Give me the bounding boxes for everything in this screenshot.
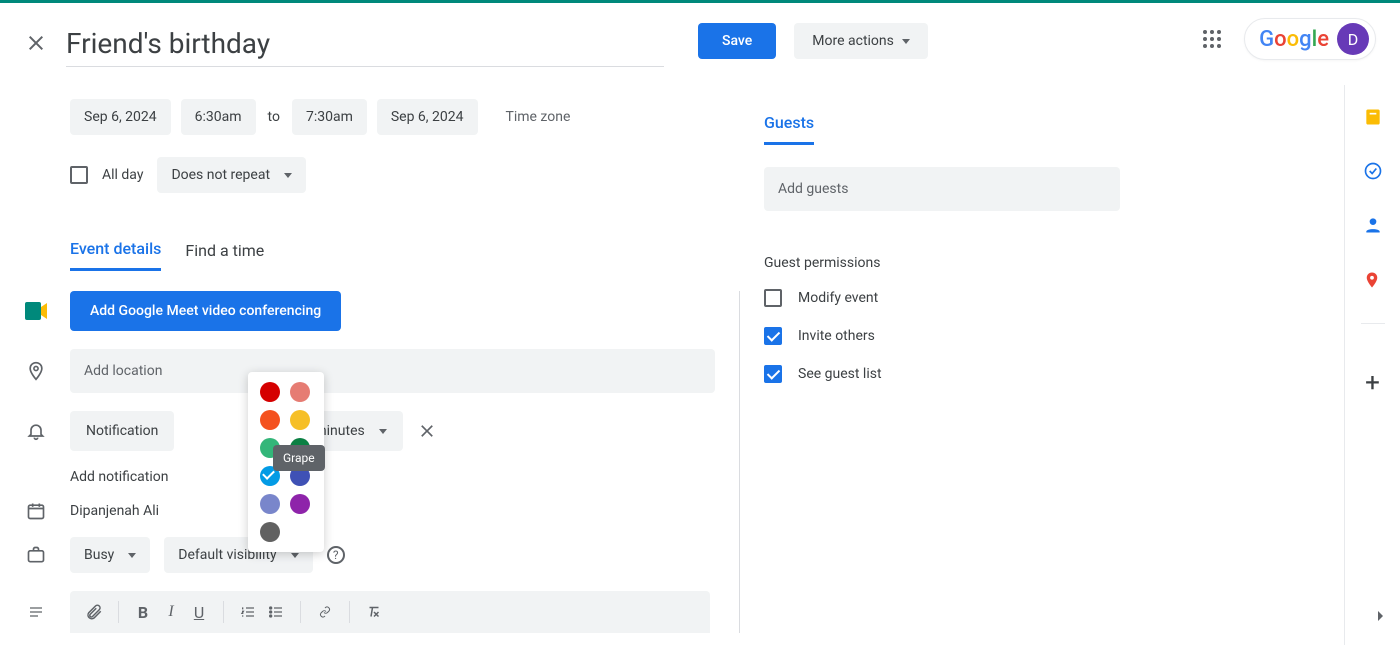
bulleted-list-icon[interactable] [266, 602, 286, 622]
description-toolbar: B I U [70, 591, 710, 633]
close-icon[interactable] [24, 31, 48, 55]
underline-icon[interactable]: U [189, 602, 209, 622]
timezone-link[interactable]: Time zone [506, 109, 571, 125]
color-swatch-grape[interactable] [290, 494, 310, 514]
see-guest-list-checkbox[interactable] [764, 365, 782, 383]
numbered-list-icon[interactable] [238, 602, 258, 622]
google-logo: Google [1259, 27, 1329, 52]
location-icon [24, 359, 48, 383]
color-swatch-lavender[interactable] [260, 494, 280, 514]
toolbar-separator [349, 601, 350, 623]
add-guests-input[interactable] [764, 167, 1120, 211]
end-time-chip[interactable]: 7:30am [292, 99, 367, 135]
add-meet-button[interactable]: Add Google Meet video conferencing [70, 291, 341, 331]
color-swatch-banana[interactable] [290, 410, 310, 430]
caret-down-icon [902, 39, 910, 44]
start-date-chip[interactable]: Sep 6, 2024 [70, 99, 171, 135]
event-title-input[interactable] [66, 21, 664, 66]
remove-notification-icon[interactable] [417, 421, 437, 441]
toolbar-separator [223, 601, 224, 623]
save-button[interactable]: Save [698, 23, 776, 59]
color-swatch-flamingo[interactable] [290, 382, 310, 402]
caret-down-icon [291, 553, 299, 558]
notification-type-select[interactable]: Notification [70, 411, 174, 451]
bold-icon[interactable]: B [133, 602, 153, 622]
color-tooltip: Grape [273, 445, 325, 471]
start-time-chip[interactable]: 6:30am [181, 99, 256, 135]
toolbar-separator [300, 601, 301, 623]
caret-down-icon [284, 173, 292, 178]
tab-find-a-time[interactable]: Find a time [185, 241, 264, 270]
link-icon[interactable] [315, 602, 335, 622]
organizer-label: Dipanjenah Ali [70, 503, 159, 519]
guest-permissions-title: Guest permissions [764, 255, 1120, 271]
caret-down-icon [379, 429, 387, 434]
toolbar-separator [118, 601, 119, 623]
end-date-chip[interactable]: Sep 6, 2024 [377, 99, 478, 135]
apps-grid-icon[interactable] [1200, 27, 1224, 51]
briefcase-icon [24, 543, 48, 567]
description-icon [24, 600, 48, 624]
modify-event-checkbox[interactable] [764, 289, 782, 307]
color-swatch-tangerine[interactable] [260, 410, 280, 430]
location-input[interactable] [70, 349, 715, 393]
see-guest-list-label: See guest list [798, 366, 882, 382]
side-panel: + [1344, 85, 1400, 645]
keep-icon[interactable] [1363, 107, 1383, 127]
add-notification-link[interactable]: Add notification [70, 469, 169, 485]
tab-event-details[interactable]: Event details [70, 239, 161, 271]
clear-formatting-icon[interactable] [364, 602, 384, 622]
availability-label: Busy [84, 547, 114, 563]
repeat-label: Does not repeat [171, 167, 270, 183]
help-icon[interactable]: ? [327, 546, 345, 564]
avatar[interactable]: D [1337, 23, 1369, 55]
color-swatch-graphite[interactable] [260, 522, 280, 542]
invite-others-checkbox[interactable] [764, 327, 782, 345]
to-label: to [266, 109, 282, 125]
calendar-icon [24, 499, 48, 523]
modify-event-label: Modify event [798, 290, 878, 306]
bell-icon [24, 419, 48, 443]
caret-down-icon [128, 553, 136, 558]
tab-guests[interactable]: Guests [764, 113, 814, 145]
all-day-label: All day [102, 167, 143, 183]
account-badge[interactable]: Google D [1244, 18, 1376, 60]
italic-icon[interactable]: I [161, 602, 181, 622]
contacts-icon[interactable] [1363, 215, 1383, 235]
maps-icon[interactable] [1363, 269, 1383, 289]
invite-others-label: Invite others [798, 328, 875, 344]
meet-icon [24, 299, 48, 323]
side-panel-toggle-icon[interactable] [1368, 604, 1392, 628]
repeat-select[interactable]: Does not repeat [157, 157, 306, 193]
availability-select[interactable]: Busy [70, 537, 150, 573]
attach-icon[interactable] [84, 602, 104, 622]
tasks-icon[interactable] [1363, 161, 1383, 181]
all-day-checkbox[interactable] [70, 166, 88, 184]
more-actions-button[interactable]: More actions [794, 23, 928, 59]
color-swatch-tomato[interactable] [260, 382, 280, 402]
more-actions-label: More actions [812, 33, 894, 49]
add-addon-icon[interactable]: + [1365, 368, 1380, 398]
